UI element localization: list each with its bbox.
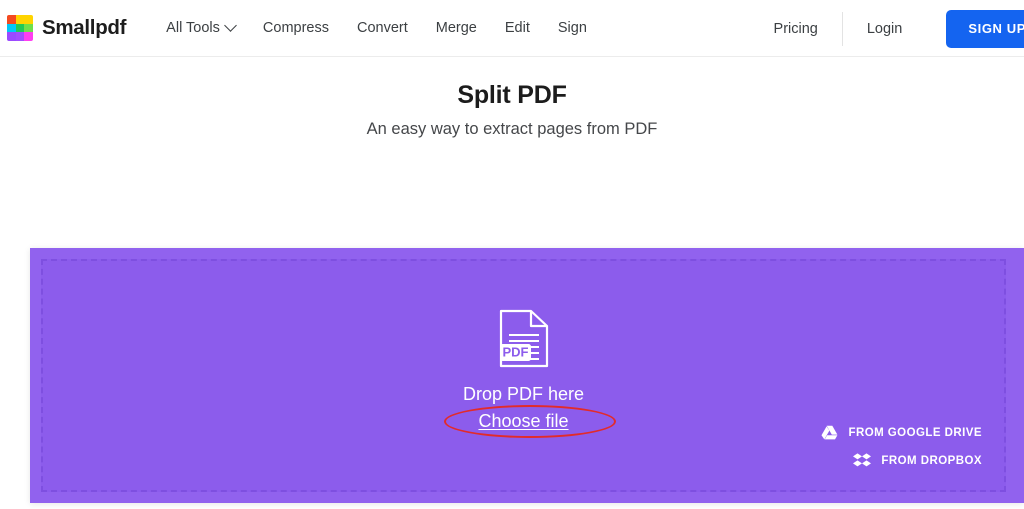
pdf-badge-text: PDF <box>502 345 528 360</box>
brand-logo-link[interactable]: Smallpdf <box>7 15 126 41</box>
logo-cell-3 <box>24 15 33 24</box>
logo-cell-9 <box>24 32 33 41</box>
logo-cell-7 <box>7 32 16 41</box>
cloud-import-links: FROM GOOGLE DRIVE FROM DROPBOX <box>821 425 982 468</box>
choose-file-link[interactable]: Choose file <box>478 411 568 431</box>
site-header: Smallpdf All Tools Compress Convert Merg… <box>0 0 1024 57</box>
brand-name: Smallpdf <box>42 16 127 39</box>
logo-cell-6 <box>24 23 33 33</box>
logo-cell-4 <box>7 23 16 33</box>
main-nav: All Tools Compress Convert Merge Edit Si… <box>166 18 601 36</box>
signup-button[interactable]: SIGN UP <box>946 9 1024 48</box>
choose-file-wrapper: Choose file <box>444 404 617 438</box>
logo-cell-5 <box>15 23 25 33</box>
header-divider <box>841 11 843 46</box>
nav-item-convert[interactable]: Convert <box>343 20 422 36</box>
drop-instruction-label: Drop PDF here <box>462 384 585 405</box>
dropbox-icon <box>853 453 872 467</box>
page-subtitle: An easy way to extract pages from PDF <box>366 120 658 138</box>
nav-item-merge[interactable]: Merge <box>422 20 491 36</box>
logo-cell-1 <box>7 15 16 24</box>
file-dropzone-panel: PDF Drop PDF here Choose file FROM GOOGL… <box>30 248 1024 503</box>
page-heading-block: Split PDF An easy way to extract pages f… <box>0 81 1024 139</box>
cloud-link-label: FROM DROPBOX <box>881 454 982 467</box>
nav-item-label: Edit <box>504 20 530 36</box>
google-drive-icon <box>821 425 838 440</box>
page-title: Split PDF <box>457 81 567 109</box>
from-dropbox-button[interactable]: FROM DROPBOX <box>853 453 982 468</box>
pdf-file-icon: PDF <box>499 310 548 368</box>
nav-item-label: Compress <box>262 20 329 36</box>
nav-item-sign[interactable]: Sign <box>544 20 601 36</box>
nav-item-compress[interactable]: Compress <box>249 20 343 36</box>
logo-cell-2 <box>15 15 25 24</box>
nav-item-label: Merge <box>435 20 477 36</box>
nav-item-all-tools[interactable]: All Tools <box>166 18 249 36</box>
pricing-link[interactable]: Pricing <box>774 21 818 37</box>
from-google-drive-button[interactable]: FROM GOOGLE DRIVE <box>821 425 982 440</box>
chevron-down-icon <box>224 18 237 32</box>
file-dropzone[interactable]: PDF Drop PDF here Choose file FROM GOOGL… <box>41 259 1006 492</box>
nav-item-label: Sign <box>557 20 587 36</box>
logo-cell-8 <box>15 32 25 41</box>
smallpdf-logo-icon <box>7 15 33 41</box>
cloud-link-label: FROM GOOGLE DRIVE <box>848 426 982 439</box>
login-link[interactable]: Login <box>867 21 902 37</box>
header-actions: Pricing Login SIGN UP <box>774 0 1024 57</box>
nav-item-label: Convert <box>356 20 408 36</box>
nav-item-edit[interactable]: Edit <box>491 20 544 36</box>
nav-item-label: All Tools <box>166 20 220 36</box>
